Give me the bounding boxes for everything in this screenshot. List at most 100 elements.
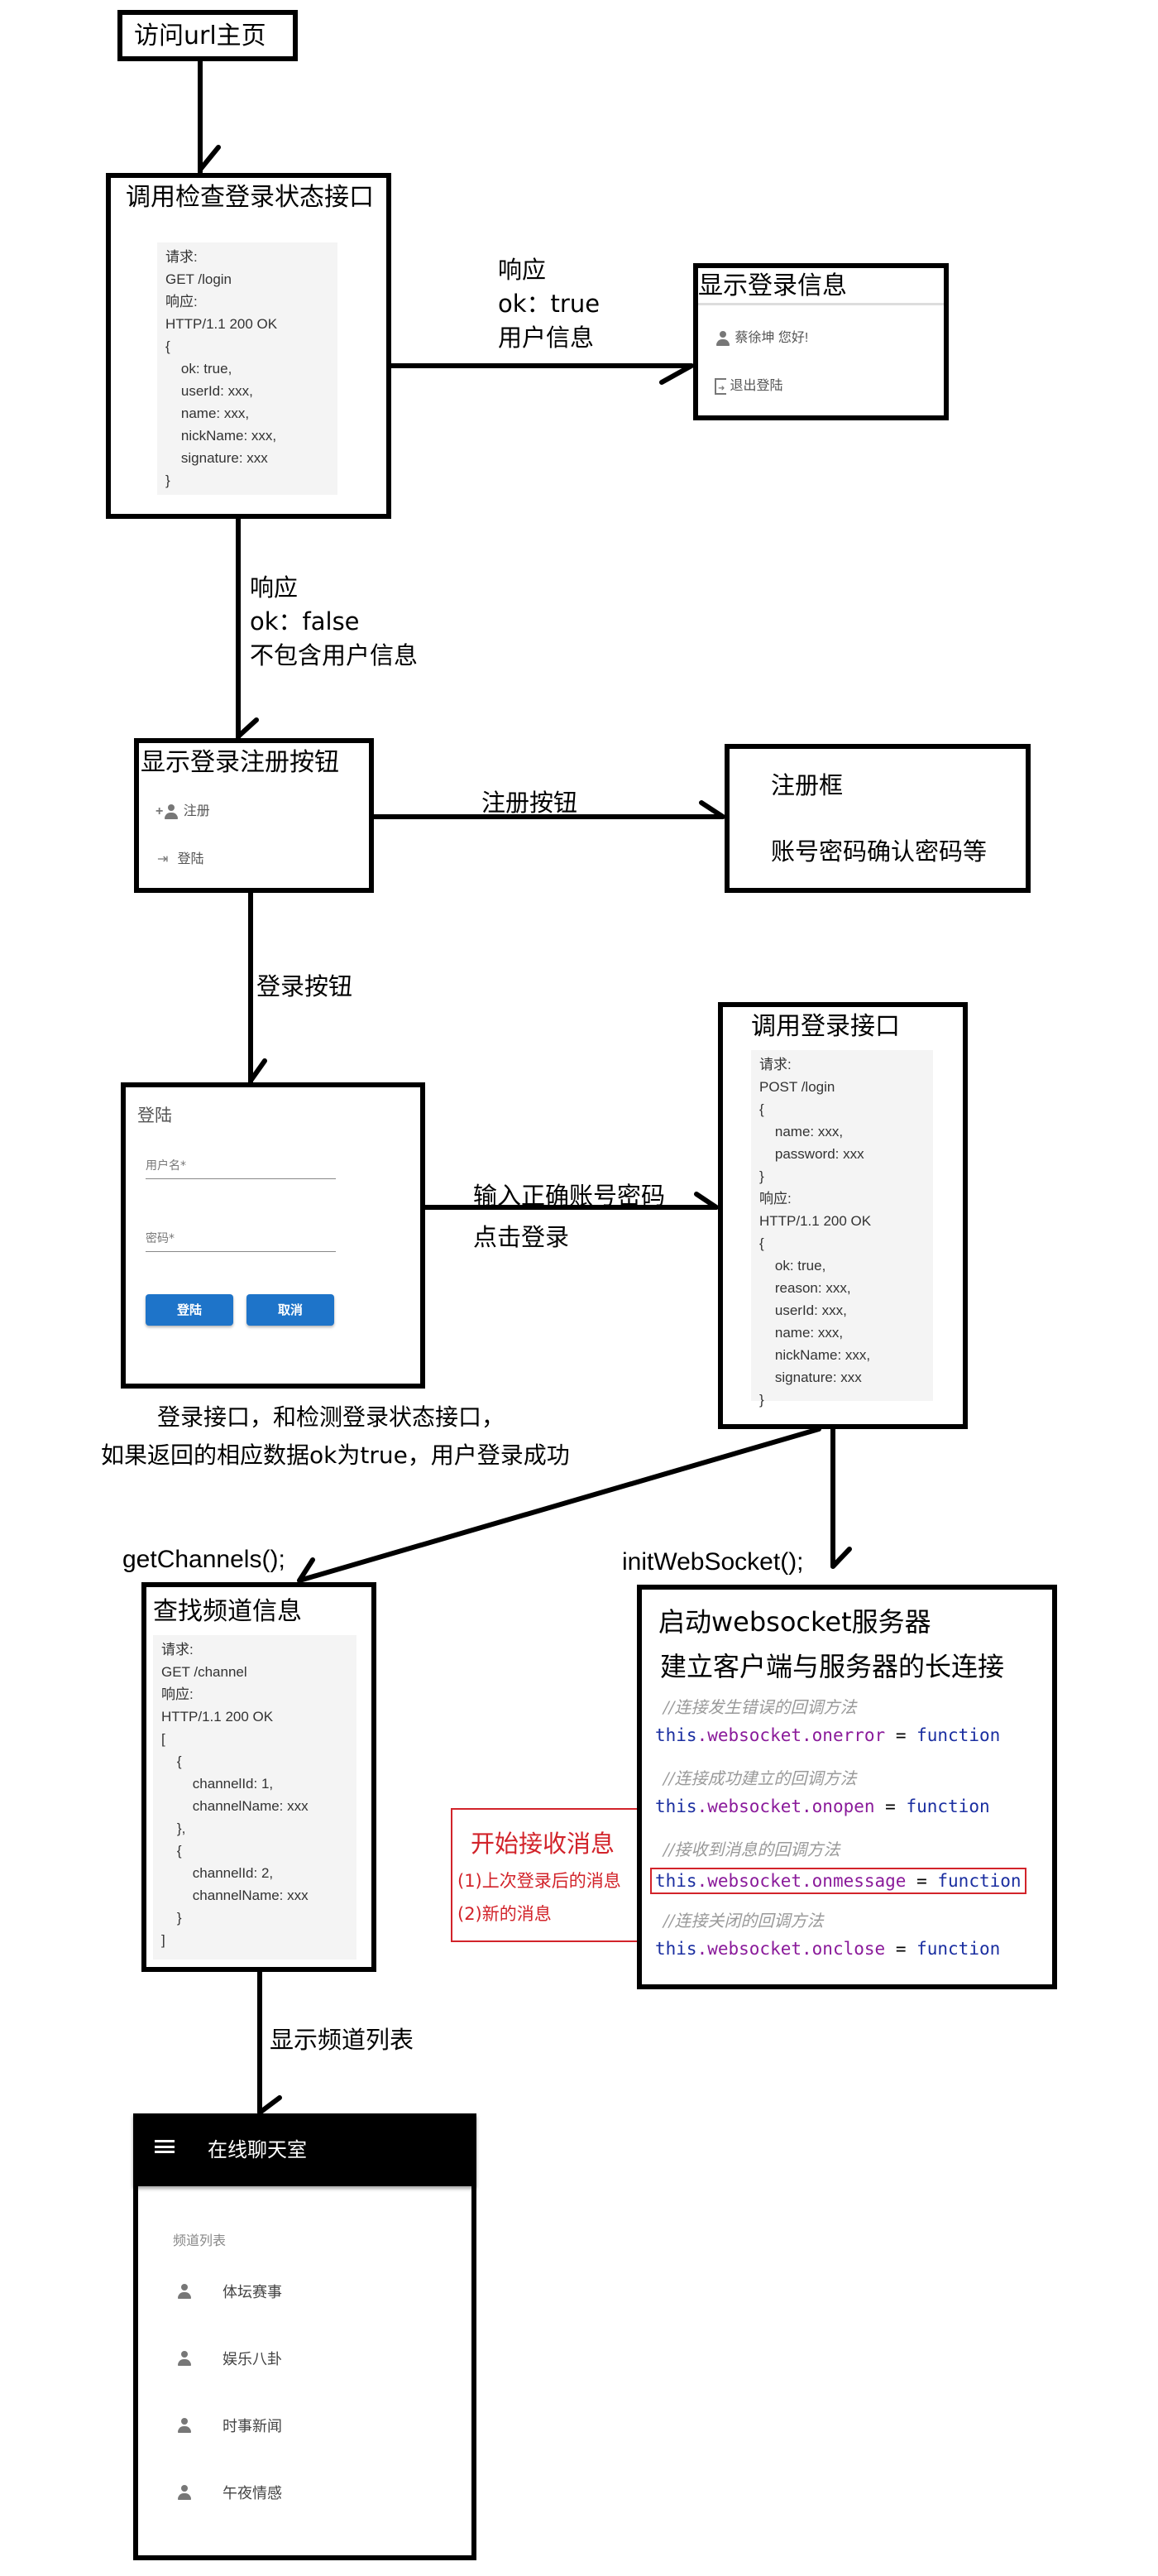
code-line: password: xxx — [759, 1146, 864, 1162]
add-person-icon: + — [156, 804, 164, 818]
code-line: 响应: — [165, 294, 198, 309]
success-note-line: 如果返回的相应数据ok为true，用户登录成功 — [101, 1442, 570, 1469]
edge-label-line: ok：false — [250, 607, 360, 636]
code-token: = — [906, 1871, 938, 1891]
auth-buttons-title: 显示登录注册按钮 — [141, 748, 339, 777]
code-line: channelName: xxx — [161, 1798, 309, 1814]
success-note: 登录接口，和检测登录状态接口， 如果返回的相应数据ok为true，用户登录成功 — [101, 1398, 570, 1475]
edge-label-line: 响应 — [250, 573, 299, 602]
code-line: [ — [161, 1731, 165, 1747]
code-token: this — [655, 1796, 697, 1816]
person-icon — [176, 2484, 193, 2501]
code-line: } — [161, 1910, 182, 1926]
login-api-title: 调用登录接口 — [751, 1012, 900, 1041]
code-line: GET /login — [165, 271, 232, 287]
register-button[interactable]: + 注册 — [156, 799, 210, 820]
edge-label-line: 不包含用户信息 — [250, 641, 419, 669]
success-note-line: 登录接口，和检测登录状态接口， — [157, 1403, 505, 1431]
auth-buttons-node: 显示登录注册按钮 + 注册 ⇥ 登陆 — [134, 738, 374, 893]
login-api-code: 请求: POST /login { name: xxx, password: xxx… — [751, 1050, 933, 1408]
code-line: nickName: xxx, — [165, 428, 277, 444]
channel-list-item[interactable]: 午夜情感 — [176, 2482, 282, 2503]
visit-home-title: 访问url主页 — [134, 22, 266, 50]
app-bar: 在线聊天室 — [133, 2113, 476, 2186]
code-token: = — [885, 1725, 917, 1745]
login-dialog-node: 登陆 用户名* 密码* 登陆 取消 — [121, 1082, 425, 1389]
code-token: .websocket — [696, 1725, 802, 1745]
person-icon — [715, 330, 731, 347]
code-line: ] — [161, 1932, 165, 1948]
code-line: ok: true, — [165, 361, 232, 377]
register-subtitle: 账号密码确认密码等 — [771, 837, 988, 866]
code-line: channelId: 1, — [161, 1776, 274, 1792]
code-token: this — [655, 1871, 697, 1891]
dialog-login-button[interactable]: 登陆 — [146, 1294, 233, 1326]
login-dialog-title: 登陆 — [137, 1106, 172, 1125]
code-line: HTTP/1.1 200 OK — [759, 1213, 872, 1229]
code-token: function — [916, 1725, 1001, 1745]
code-line: } — [759, 1168, 764, 1184]
code-line: signature: xxx — [165, 450, 268, 466]
chat-app-node: 在线聊天室 频道列表 体坛赛事娱乐八卦时事新闻午夜情感 — [133, 2113, 476, 2560]
edge-ok-false-label: 响应 ok：false 不包含用户信息 — [250, 571, 418, 673]
code-token: .websocket — [696, 1796, 802, 1816]
channel-list-item[interactable]: 时事新闻 — [176, 2415, 282, 2436]
edge-login-button-label: 登录按钮 — [256, 972, 353, 1000]
user-greeting: 蔡徐坤 您好! — [715, 326, 808, 347]
channel-info-code: 请求: GET /channel 响应: HTTP/1.1 200 OK [ { cha… — [153, 1635, 356, 1960]
person-icon — [176, 2283, 193, 2300]
receive-note-title: 开始接收消息 — [471, 1830, 615, 1858]
code-line: { — [165, 338, 170, 354]
get-channels-label: getChannels(); — [122, 1546, 285, 1573]
login-button[interactable]: ⇥ 登陆 — [157, 847, 203, 867]
receive-note-line: (2)新的消息 — [457, 1904, 552, 1924]
code-comment: //连接成功建立的回调方法 — [663, 1768, 857, 1788]
receive-messages-note: 开始接收消息 (1)上次登录后的消息 (2)新的消息 — [451, 1808, 643, 1942]
username-field[interactable]: 用户名* — [146, 1157, 336, 1179]
code-line: userId: xxx, — [759, 1302, 847, 1318]
edge-label-line: 输入正确账号密码 — [473, 1182, 666, 1210]
logout-button[interactable]: ➜ 退出登陆 — [715, 374, 782, 395]
logout-icon: ➜ — [715, 377, 726, 395]
code-line: userId: xxx, — [165, 383, 253, 399]
code-line: } — [165, 473, 170, 488]
channel-name: 娱乐八卦 — [223, 2351, 282, 2367]
code-token: function — [937, 1871, 1022, 1891]
code-comment: //连接关闭的回调方法 — [663, 1911, 824, 1931]
channel-list-item[interactable]: 娱乐八卦 — [176, 2348, 282, 2369]
edge-credentials-label: 输入正确账号密码 点击登录 — [473, 1175, 665, 1258]
channel-section-label: 频道列表 — [173, 2234, 227, 2248]
register-node: 注册框 账号密码确认密码等 — [725, 744, 1031, 893]
init-websocket-label: initWebSocket(); — [622, 1548, 804, 1576]
code-token: .onopen — [802, 1796, 875, 1816]
arrow-check-to-info — [383, 363, 694, 385]
code-token: function — [916, 1939, 1001, 1959]
code-line: signature: xxx — [759, 1370, 862, 1385]
edge-show-channels-label: 显示频道列表 — [270, 2026, 414, 2054]
receive-note-line: (1)上次登录后的消息 — [457, 1871, 621, 1891]
menu-icon[interactable] — [155, 2140, 175, 2153]
channel-list-item[interactable]: 体坛赛事 — [176, 2281, 282, 2302]
code-line: name: xxx, — [759, 1124, 844, 1139]
websocket-handler: this.websocket.onerror = function — [655, 1725, 1000, 1745]
code-line: name: xxx, — [165, 405, 250, 421]
edge-label-line: ok：true — [498, 290, 601, 318]
login-label: 登陆 — [177, 852, 204, 866]
person-icon — [176, 2417, 193, 2434]
app-title: 在线聊天室 — [208, 2138, 307, 2161]
code-token: .onclose — [802, 1939, 886, 1959]
code-line: } — [759, 1392, 764, 1408]
channel-info-node: 查找频道信息 请求: GET /channel 响应: HTTP/1.1 200 OK… — [141, 1582, 376, 1972]
code-comment: //连接发生错误的回调方法 — [663, 1697, 857, 1717]
code-line: HTTP/1.1 200 OK — [161, 1709, 274, 1725]
check-login-code: 请求: GET /login 响应: HTTP/1.1 200 OK { ok: tru… — [157, 242, 337, 495]
code-token: this — [655, 1725, 697, 1745]
code-token: .onmessage — [802, 1871, 907, 1891]
arrow-api-to-websocket — [830, 1422, 852, 1569]
code-token: function — [906, 1796, 990, 1816]
onmessage-handler-highlighted: this.websocket.onmessage = function — [650, 1868, 1026, 1894]
login-info-title: 显示登录信息 — [698, 271, 847, 300]
websocket-node: 启动websocket服务器 建立客户端与服务器的长连接 //连接发生错误的回调… — [637, 1585, 1057, 1989]
dialog-cancel-button[interactable]: 取消 — [246, 1294, 334, 1326]
password-field[interactable]: 密码* — [146, 1230, 336, 1252]
